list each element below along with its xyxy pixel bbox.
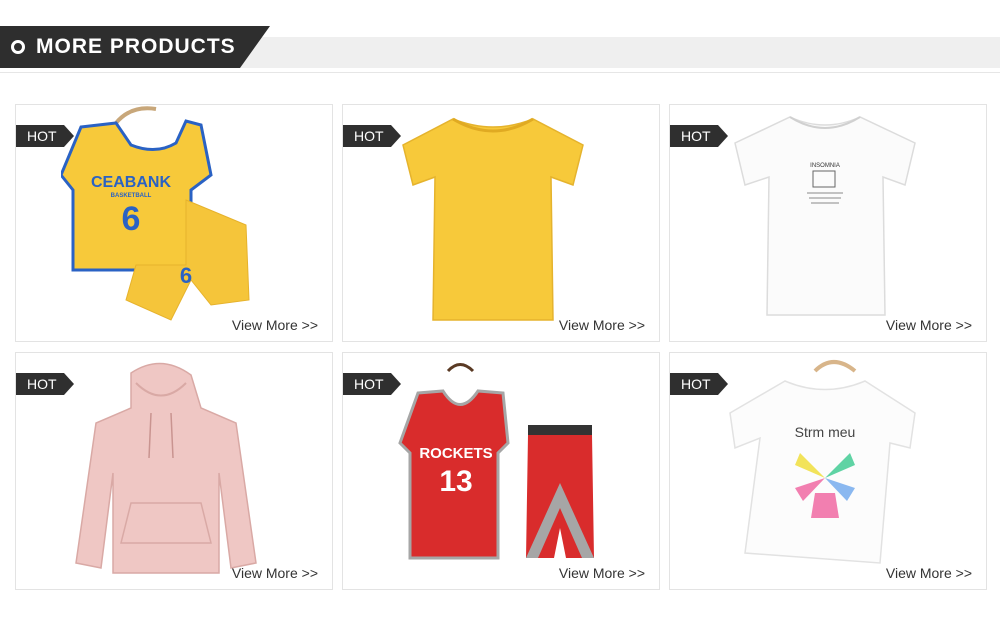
product-card[interactable]: HOT View More >> [15,352,333,590]
view-more-link[interactable]: View More >> [559,317,645,333]
svg-text:13: 13 [439,465,472,498]
svg-text:Strm meu: Strm meu [795,424,856,440]
product-card[interactable]: CEABANK BASKETBALL 6 6 HOT View More >> [15,104,333,342]
hot-badge: HOT [343,373,401,395]
product-card[interactable]: INSOMNIA HOT View More >> [669,104,987,342]
svg-text:BASKETBALL: BASKETBALL [111,193,152,199]
hot-badge: HOT [670,373,728,395]
product-card[interactable]: HOT View More >> [342,104,660,342]
view-more-link[interactable]: View More >> [559,565,645,581]
pink-hoodie-icon [75,362,257,574]
view-more-link[interactable]: View More >> [886,565,972,581]
view-more-link[interactable]: View More >> [232,565,318,581]
svg-text:INSOMNIA: INSOMNIA [810,163,840,169]
product-card[interactable]: Strm meu HOT View More >> [669,352,987,590]
header-divider [0,72,1000,73]
hot-badge: HOT [343,125,401,147]
red-basketball-set-icon: ROCKETS 13 [398,363,594,560]
section-header: MORE PRODUCTS [0,26,270,68]
view-more-link[interactable]: View More >> [232,317,318,333]
view-more-link[interactable]: View More >> [886,317,972,333]
kids-white-tshirt-icon: Strm meu [729,360,916,564]
yellow-basketball-set-icon: CEABANK BASKETBALL 6 6 [61,106,250,321]
svg-text:6: 6 [180,263,192,288]
section-title: MORE PRODUCTS [36,35,236,58]
white-tshirt-icon: INSOMNIA [734,116,916,316]
hot-badge: HOT [16,373,74,395]
hot-badge: HOT [670,125,728,147]
ring-icon [11,40,25,54]
svg-text:6: 6 [122,200,141,238]
product-card[interactable]: ROCKETS 13 HOT View More >> [342,352,660,590]
svg-text:CEABANK: CEABANK [91,174,171,191]
svg-text:ROCKETS: ROCKETS [419,445,492,462]
yellow-tshirt-icon [402,117,584,321]
hot-badge: HOT [16,125,74,147]
